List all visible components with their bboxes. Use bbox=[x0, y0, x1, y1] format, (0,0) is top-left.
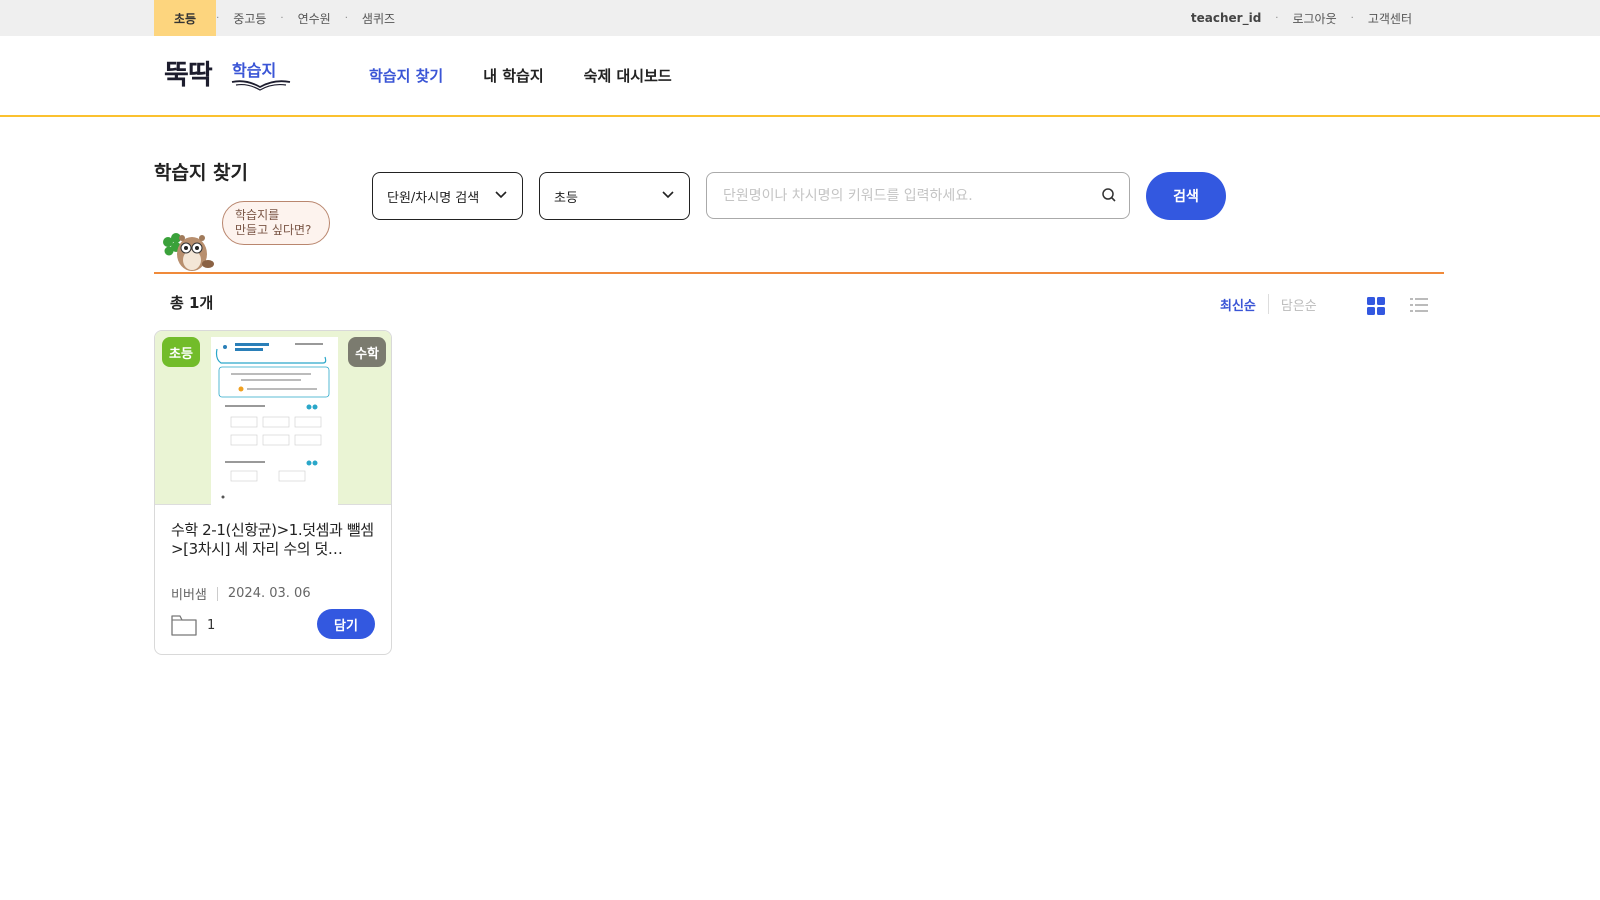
tab-secondary[interactable]: 중고등 bbox=[219, 0, 280, 36]
account-links: teacher_id · 로그아웃 · 고객센터 bbox=[1177, 0, 1426, 36]
beaver-mascot-icon bbox=[163, 233, 214, 271]
global-nav: 학습지 찾기 내 학습지 숙제 대시보드 bbox=[369, 36, 712, 115]
list-view-icon[interactable] bbox=[1410, 297, 1428, 313]
user-id[interactable]: teacher_id bbox=[1177, 11, 1275, 25]
top-utility-bar: 초등 · 중고등 · 연수원 · 샘퀴즈 teacher_id · 로그아웃 ·… bbox=[0, 0, 1600, 36]
chevron-down-icon bbox=[495, 191, 507, 199]
nav-my-worksheet[interactable]: 내 학습지 bbox=[483, 65, 543, 86]
site-logo[interactable]: 뚝딱 학습지 bbox=[164, 53, 292, 97]
level-badge: 초등 bbox=[162, 337, 200, 367]
logo-sub-text: 학습지 bbox=[232, 61, 277, 80]
helper-line-2: 만들고 싶다면? bbox=[235, 223, 312, 237]
sort-options: 최신순 담은순 bbox=[1220, 294, 1317, 314]
support-link[interactable]: 고객센터 bbox=[1354, 10, 1426, 27]
search-input[interactable] bbox=[723, 173, 1083, 218]
worksheet-title[interactable]: 수학 2-1(신항균)>1.덧셈과 뺄셈>[3차시] 세 자리 수의 덧… bbox=[171, 521, 379, 559]
search-icon[interactable] bbox=[1101, 187, 1117, 203]
worksheet-thumbnail[interactable]: 초등 수학 bbox=[155, 331, 391, 505]
worksheet-preview-image bbox=[211, 337, 338, 505]
keyword-search-box bbox=[706, 172, 1130, 219]
helper-line-1: 학습지를 bbox=[235, 208, 280, 222]
page-title: 학습지 찾기 bbox=[154, 162, 249, 184]
chevron-down-icon bbox=[662, 191, 674, 199]
school-level-value: 초등 bbox=[554, 190, 578, 206]
folder-icon bbox=[171, 615, 197, 636]
logout-link[interactable]: 로그아웃 bbox=[1278, 10, 1350, 27]
subject-badge: 수학 bbox=[348, 337, 386, 367]
nav-find-worksheet[interactable]: 학습지 찾기 bbox=[369, 65, 443, 86]
sort-divider bbox=[1267, 294, 1269, 314]
school-level-tabs: 초등 · 중고등 · 연수원 · 샘퀴즈 bbox=[154, 0, 409, 36]
logo-main-text: 뚝딱 bbox=[164, 60, 213, 91]
worksheet-meta: 비버샘 2024. 03. 06 bbox=[171, 584, 311, 603]
saved-count: 1 bbox=[207, 618, 216, 633]
worksheet-date: 2024. 03. 06 bbox=[227, 586, 311, 601]
sort-latest[interactable]: 최신순 bbox=[1220, 295, 1256, 314]
search-type-value: 단원/차시명 검색 bbox=[387, 190, 480, 206]
worksheet-card[interactable]: 초등 수학 수학 2-1(신항균)>1.덧셈과 뺄셈>[3차시] 세 자리 수의… bbox=[154, 330, 392, 655]
nav-homework-dashboard[interactable]: 숙제 대시보드 bbox=[584, 65, 672, 86]
tab-elementary[interactable]: 초등 bbox=[154, 0, 217, 36]
section-divider bbox=[154, 272, 1444, 274]
book-swoosh-icon bbox=[231, 80, 291, 91]
add-to-my-worksheets-button[interactable]: 담기 bbox=[317, 609, 375, 639]
main-header: 뚝딱 학습지 학습지 찾기 내 학습지 숙제 대시보드 bbox=[0, 36, 1600, 117]
grid-view-icon[interactable] bbox=[1367, 297, 1385, 315]
meta-divider bbox=[216, 586, 218, 601]
worksheet-author: 비버샘 bbox=[171, 588, 207, 603]
sort-most-saved[interactable]: 담은순 bbox=[1281, 295, 1317, 314]
school-level-select[interactable]: 초등 bbox=[539, 172, 690, 220]
result-total: 총 1개 bbox=[170, 294, 214, 312]
speech-bubble[interactable]: 학습지를 만들고 싶다면? bbox=[222, 201, 330, 245]
search-type-select[interactable]: 단원/차시명 검색 bbox=[372, 172, 523, 220]
search-button[interactable]: 검색 bbox=[1146, 172, 1226, 220]
tab-samquiz[interactable]: 샘퀴즈 bbox=[348, 0, 409, 36]
create-worksheet-helper[interactable]: 학습지를 만들고 싶다면? bbox=[160, 198, 335, 276]
tab-training[interactable]: 연수원 bbox=[284, 0, 345, 36]
